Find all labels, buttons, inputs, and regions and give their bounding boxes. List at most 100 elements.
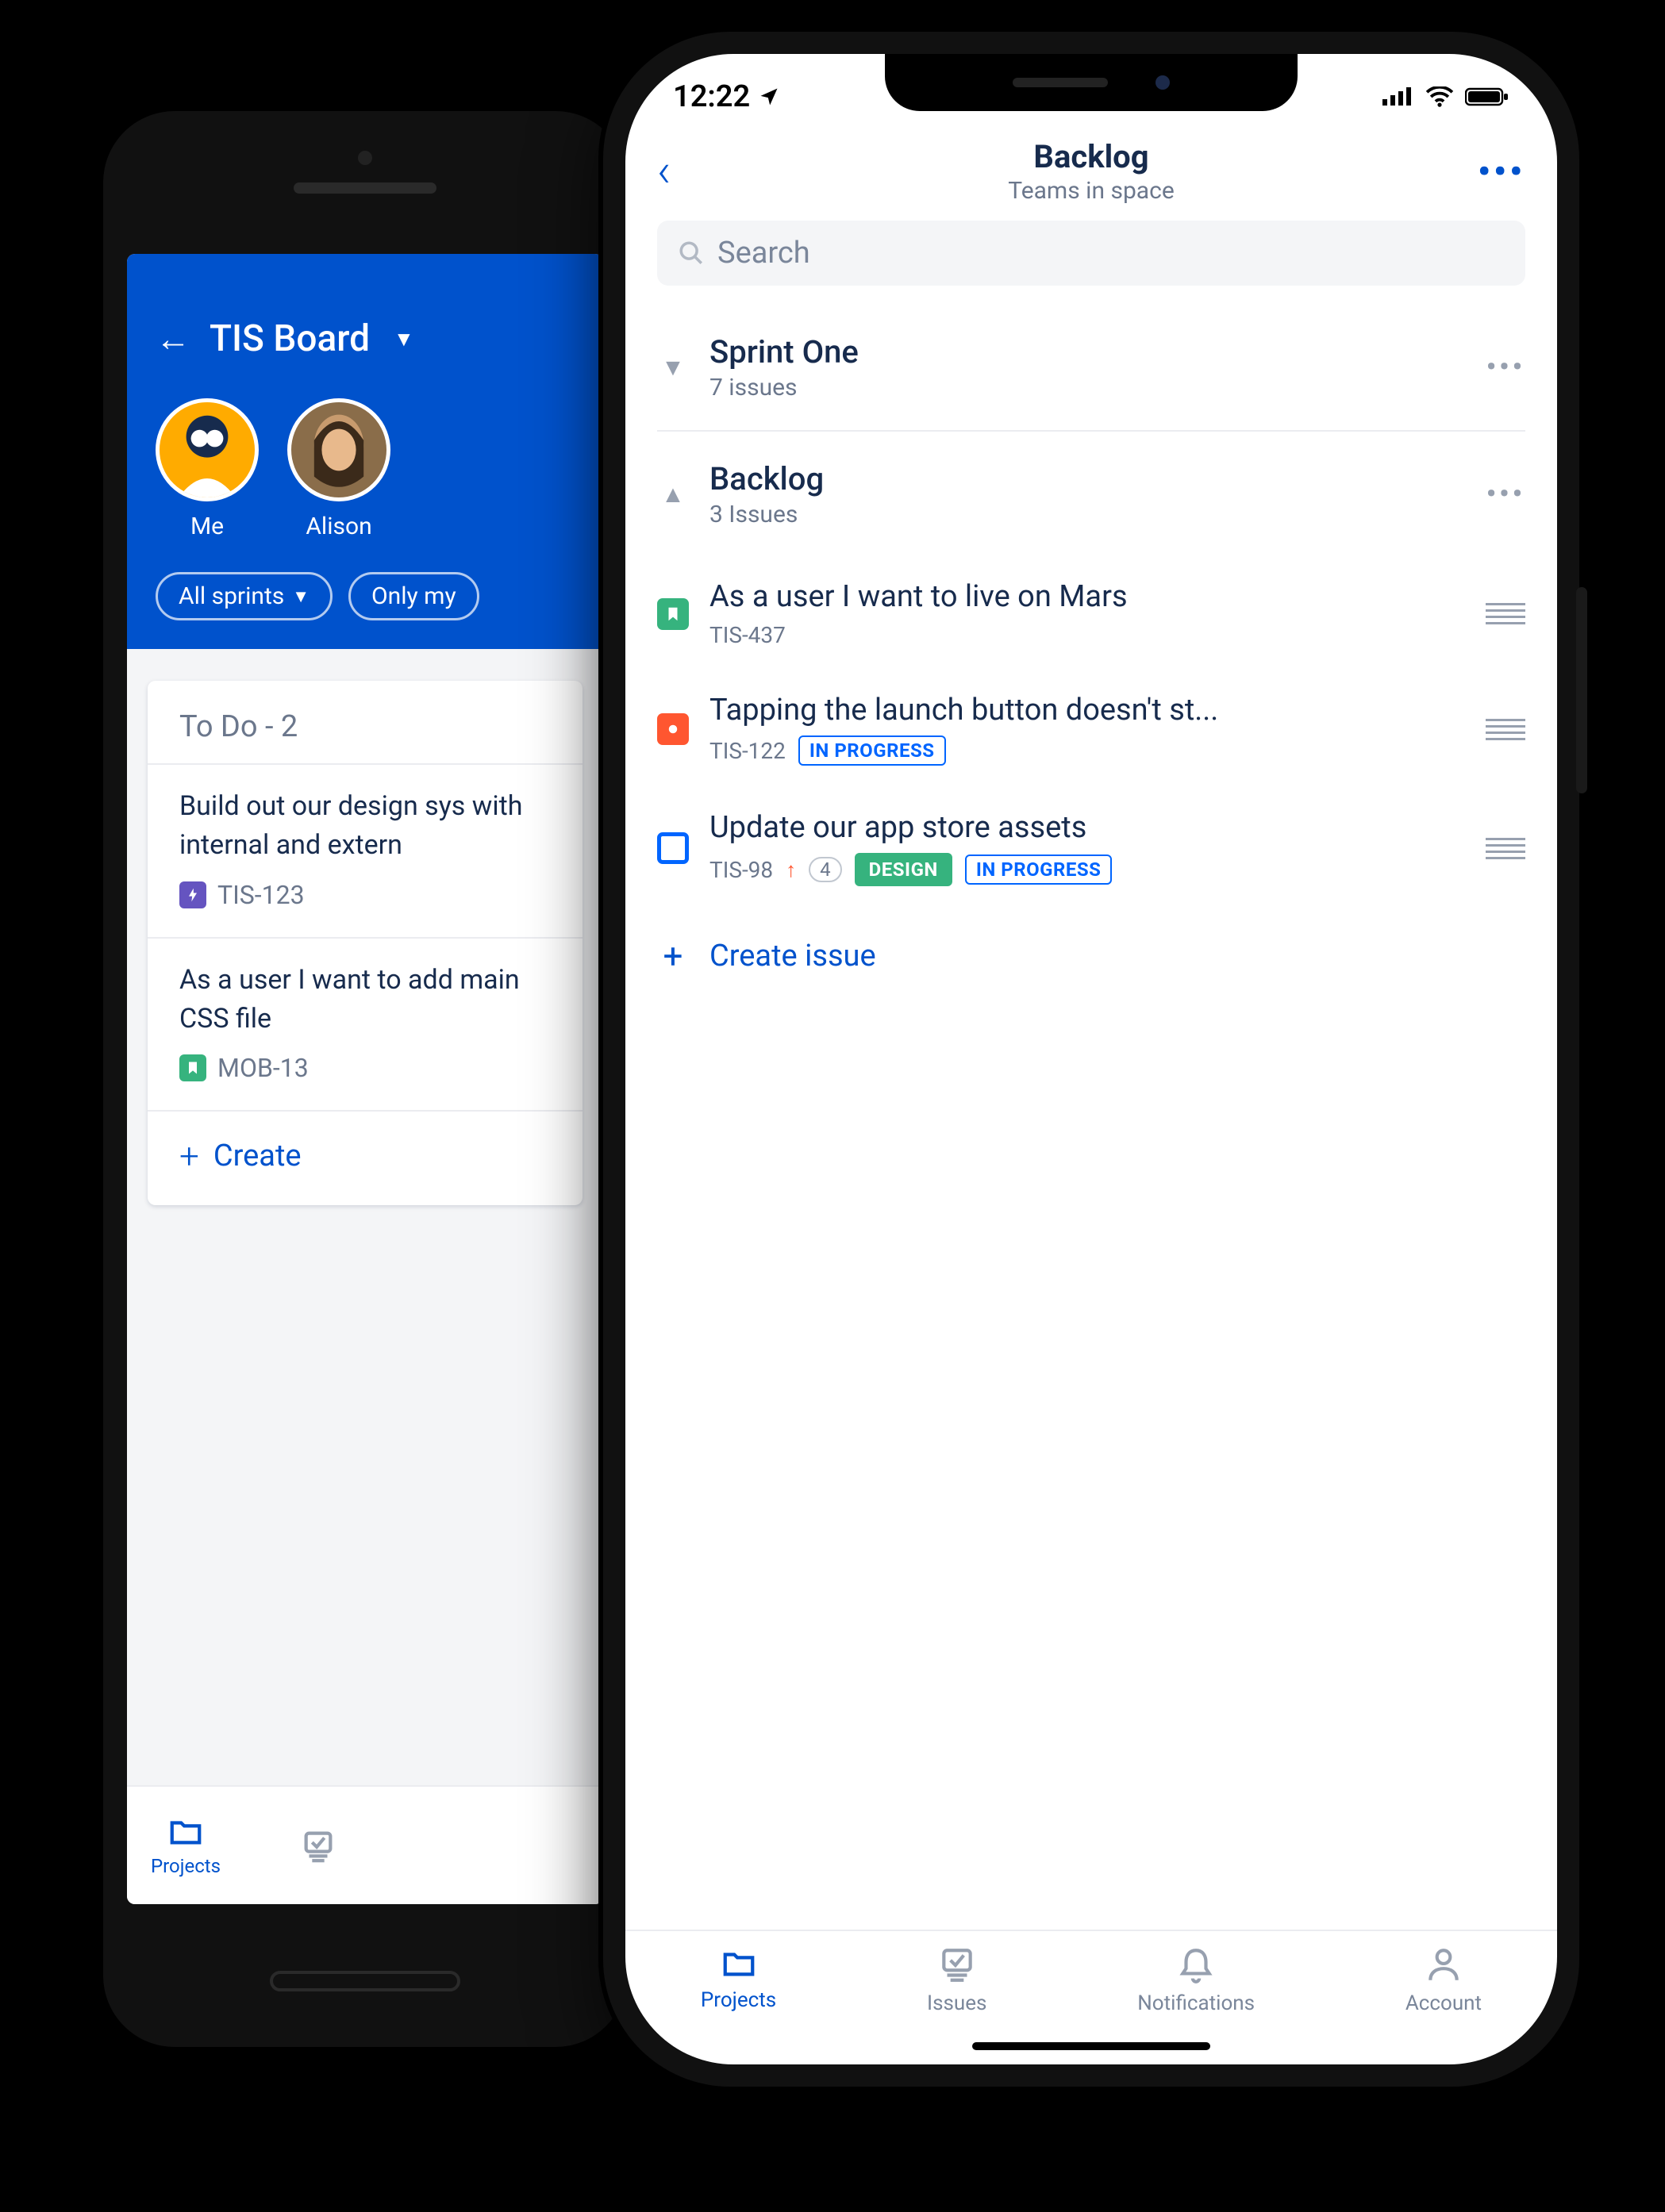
issue-summary: Update our app store assets — [709, 810, 1462, 845]
search-icon — [678, 240, 705, 267]
issue-type-task-icon — [657, 832, 689, 864]
board-header: ← TIS Board ▼ Me Alison — [127, 254, 603, 649]
filter-only-my[interactable]: Only my — [348, 572, 479, 620]
tab-notifications[interactable]: Notifications — [1137, 1945, 1255, 2015]
issue-type-bug-icon — [657, 713, 689, 745]
wifi-icon — [1425, 86, 1454, 107]
issue-summary: As a user I want to live on Mars — [709, 579, 1462, 614]
issue-key: TIS-122 — [709, 738, 786, 764]
issue-summary: Build out our design sys with internal a… — [179, 787, 551, 866]
section-count: 3 Issues — [709, 501, 1466, 528]
status-time: 12:22 — [673, 79, 750, 114]
page-subtitle: Teams in space — [705, 177, 1478, 205]
issue-row[interactable]: Tapping the launch button doesn't st... … — [657, 670, 1525, 788]
issue-key: TIS-98 — [709, 857, 773, 883]
section-title: Sprint One — [709, 333, 1466, 371]
board-body: To Do - 2 Build out our design sys with … — [127, 649, 603, 1785]
create-issue-button[interactable]: + Create issue — [657, 908, 1525, 1004]
board-title[interactable]: TIS Board — [210, 317, 370, 360]
column-todo: To Do - 2 Build out our design sys with … — [148, 681, 583, 1205]
board-picker-caret-icon[interactable]: ▼ — [394, 327, 414, 351]
nav-more-button[interactable]: ••• — [1478, 151, 1525, 192]
iphone-side-button — [1576, 587, 1587, 793]
iphone-notch — [885, 54, 1298, 111]
plus-icon: + — [657, 935, 689, 977]
chevron-down-icon: ▼ — [292, 586, 310, 607]
issues-icon — [937, 1945, 977, 1985]
column-title: To Do - 2 — [148, 681, 583, 763]
tab-label: Notifications — [1137, 1991, 1255, 2015]
section-sprint-one[interactable]: ▼ Sprint One 7 issues ••• — [657, 305, 1525, 432]
home-indicator[interactable] — [972, 2042, 1210, 2050]
section-count: 7 issues — [709, 374, 1466, 401]
iphone-device-frame: 12:22 ‹ Backlog Teams in space ••• Searc… — [603, 32, 1579, 2087]
tab-label: Issues — [927, 1991, 986, 2015]
create-issue-label: Create issue — [709, 939, 876, 974]
tab-projects[interactable]: Projects — [151, 1814, 221, 1877]
avatar-label: Me — [190, 513, 224, 540]
tab-label: Account — [1405, 1991, 1482, 2015]
tab-issues[interactable] — [300, 1827, 336, 1864]
issue-row[interactable]: Update our app store assets TIS-98 ↑ 4 D… — [657, 788, 1525, 908]
filter-label: All sprints — [179, 582, 284, 610]
bell-icon — [1176, 1945, 1216, 1985]
chevron-up-icon: ▲ — [657, 481, 689, 509]
backlog-list: ▼ Sprint One 7 issues ••• ▲ Backlog 3 Is… — [625, 305, 1557, 1930]
android-camera-dot — [358, 151, 372, 165]
android-tab-bar: Projects — [127, 1785, 603, 1904]
drag-handle-icon[interactable] — [1482, 719, 1525, 740]
filter-all-sprints[interactable]: All sprints ▼ — [156, 572, 333, 620]
create-card-button[interactable]: + Create — [148, 1110, 583, 1205]
avatar-icon — [287, 398, 390, 501]
assignee-filter-row: Me Alison — [156, 398, 575, 540]
drag-handle-icon[interactable] — [1482, 838, 1525, 859]
android-screen: ← TIS Board ▼ Me Alison — [127, 254, 603, 1904]
search-placeholder: Search — [717, 236, 810, 271]
issue-key: TIS-123 — [217, 880, 305, 910]
issue-card[interactable]: Build out our design sys with internal a… — [148, 763, 583, 937]
story-points-badge: 4 — [809, 857, 842, 882]
person-icon — [1424, 1945, 1463, 1985]
issue-type-story-icon — [179, 1054, 206, 1081]
cellular-icon — [1382, 86, 1414, 107]
folder-icon — [167, 1814, 204, 1850]
tab-issues[interactable]: Issues — [927, 1945, 986, 2015]
tab-projects[interactable]: Projects — [701, 1945, 776, 2012]
folder-icon — [721, 1945, 757, 1982]
avatar-icon — [156, 398, 259, 501]
back-arrow-icon[interactable]: ← — [156, 321, 190, 356]
issue-type-epic-icon — [179, 881, 206, 908]
android-device-frame: ← TIS Board ▼ Me Alison — [103, 111, 627, 2047]
quick-filters-row: All sprints ▼ Only my — [156, 572, 575, 620]
issue-key: TIS-437 — [709, 622, 786, 648]
issue-summary: As a user I want to add main CSS file — [179, 961, 551, 1039]
tab-label: Projects — [151, 1855, 221, 1877]
section-more-button[interactable]: ••• — [1486, 478, 1525, 510]
filter-label: Only my — [371, 582, 456, 610]
battery-icon — [1465, 86, 1509, 107]
drag-handle-icon[interactable] — [1482, 603, 1525, 624]
notch-camera-icon — [1156, 75, 1170, 90]
notch-speaker — [1013, 78, 1108, 87]
status-badge: IN PROGRESS — [965, 854, 1113, 885]
create-label: Create — [213, 1139, 302, 1173]
epic-badge: DESIGN — [855, 853, 952, 886]
status-badge: IN PROGRESS — [798, 735, 946, 766]
issues-icon — [300, 1827, 336, 1864]
issue-type-story-icon — [657, 598, 689, 630]
tab-label: Projects — [701, 1988, 776, 2012]
avatar-alison[interactable]: Alison — [287, 398, 390, 540]
issue-key: MOB-13 — [217, 1053, 309, 1083]
nav-back-button[interactable]: ‹ — [657, 144, 705, 198]
tab-account[interactable]: Account — [1405, 1945, 1482, 2015]
chevron-down-icon: ▼ — [657, 354, 689, 382]
avatar-me[interactable]: Me — [156, 398, 259, 540]
section-backlog[interactable]: ▲ Backlog 3 Issues ••• — [657, 432, 1525, 557]
section-more-button[interactable]: ••• — [1486, 351, 1525, 383]
navigation-bar: ‹ Backlog Teams in space ••• — [625, 133, 1557, 221]
issue-card[interactable]: As a user I want to add main CSS file MO… — [148, 937, 583, 1111]
avatar-label: Alison — [306, 513, 371, 540]
issue-row[interactable]: As a user I want to live on Mars TIS-437 — [657, 557, 1525, 670]
plus-icon: + — [179, 1135, 199, 1177]
search-input[interactable]: Search — [657, 221, 1525, 286]
